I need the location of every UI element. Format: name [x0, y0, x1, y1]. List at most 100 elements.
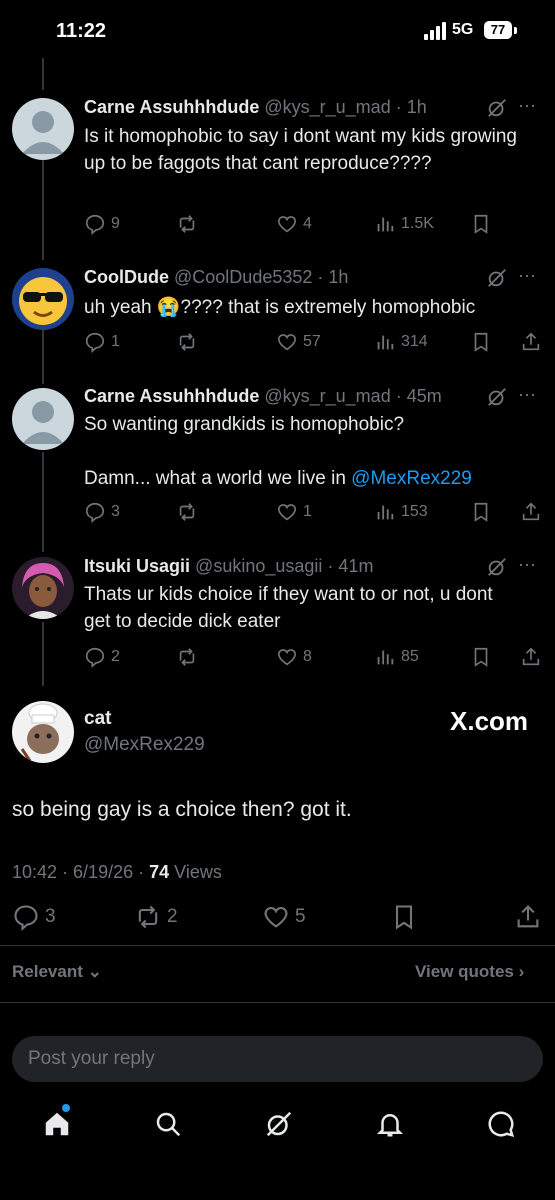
share-icon[interactable]	[520, 646, 542, 673]
author-name[interactable]: Carne Assuhhhdude	[84, 386, 259, 406]
like-count: 4	[303, 215, 312, 232]
battery-icon: 77	[484, 21, 512, 39]
author-handle[interactable]: @sukino_usagii	[195, 556, 322, 576]
like-icon	[277, 334, 297, 351]
grok-icon[interactable]	[486, 97, 508, 124]
reply-count: 9	[111, 215, 120, 232]
views-button[interactable]: 153	[374, 501, 428, 523]
thread-line	[42, 160, 44, 260]
author-name[interactable]: cat	[84, 708, 111, 730]
bookmark-icon[interactable]	[470, 646, 492, 673]
views-label: Views	[174, 862, 222, 882]
reply-input[interactable]: Post your reply	[12, 1036, 543, 1082]
grok-nav-icon[interactable]	[264, 1109, 294, 1144]
tweet-header: Carne Assuhhhdude @kys_r_u_mad · 45m	[84, 386, 442, 407]
repost-icon	[179, 333, 195, 351]
author-handle[interactable]: @CoolDude5352	[174, 267, 312, 287]
avatar[interactable]	[12, 98, 74, 160]
author-name[interactable]: Itsuki Usagii	[84, 556, 190, 576]
more-icon[interactable]: ⋯	[518, 385, 536, 406]
views-count: 314	[401, 333, 428, 350]
like-button[interactable]: 5	[262, 903, 306, 931]
mention-link[interactable]: @MexRex229	[351, 468, 472, 489]
notifications-icon[interactable]	[375, 1109, 405, 1144]
avatar[interactable]	[12, 268, 74, 330]
repost-button[interactable]	[176, 501, 198, 523]
like-icon	[277, 649, 297, 666]
views-button[interactable]: 314	[374, 331, 428, 353]
share-icon[interactable]	[520, 501, 542, 528]
like-button[interactable]: 4	[276, 213, 312, 235]
tweet-text: uh yeah 😭???? that is extremely homophob…	[84, 297, 476, 318]
author-handle[interactable]: @kys_r_u_mad	[264, 386, 390, 406]
reply-icon	[85, 214, 105, 235]
more-icon[interactable]: ⋯	[518, 266, 536, 287]
author-name[interactable]: CoolDude	[84, 267, 169, 287]
thread-line	[42, 452, 44, 552]
tweet-header: Carne Assuhhhdude @kys_r_u_mad · 1h	[84, 97, 427, 118]
grok-icon[interactable]	[486, 386, 508, 413]
tweet-text-line1: So wanting grandkids is homophobic?	[84, 414, 405, 435]
like-button[interactable]: 57	[276, 331, 321, 353]
reply-button[interactable]: 3	[12, 903, 56, 931]
sunglasses-emoji-avatar	[19, 277, 67, 325]
bookmark-icon[interactable]	[470, 213, 492, 240]
tweet-time: · 1h	[395, 97, 427, 117]
like-button[interactable]: 8	[276, 646, 312, 668]
tweet-header: CoolDude @CoolDude5352 · 1h	[84, 267, 348, 288]
repost-button[interactable]	[176, 213, 198, 235]
status-time: 11:22	[56, 20, 107, 42]
network-label: 5G	[452, 21, 474, 38]
share-icon[interactable]	[514, 903, 542, 936]
share-icon[interactable]	[520, 331, 542, 358]
chevron-right-icon: ›	[518, 962, 525, 981]
grok-icon[interactable]	[486, 267, 508, 294]
bookmark-icon[interactable]	[470, 501, 492, 528]
tweet-text: Damn... what a world we live in	[84, 468, 346, 489]
signal-icon	[424, 22, 446, 40]
views-button[interactable]: 85	[374, 646, 419, 668]
notification-dot	[62, 1104, 70, 1112]
bookmark-icon[interactable]	[470, 331, 492, 358]
views-button[interactable]: 1.5K	[374, 213, 434, 235]
divider	[0, 1002, 555, 1003]
sort-dropdown[interactable]: Relevant ⌄	[12, 962, 102, 982]
like-button[interactable]: 1	[276, 501, 312, 523]
tweet-text-line2: Damn... what a world we live in @MexRex2…	[84, 465, 534, 492]
grok-icon[interactable]	[486, 556, 508, 583]
reply-icon	[85, 647, 105, 668]
view-quotes-label: View quotes	[415, 962, 514, 981]
author-handle[interactable]: @MexRex229	[84, 734, 205, 756]
repost-button[interactable]	[176, 331, 198, 353]
like-icon	[264, 906, 288, 928]
view-quotes-link[interactable]: View quotes ›	[415, 962, 524, 982]
reply-button[interactable]: 2	[84, 646, 120, 668]
search-icon[interactable]	[153, 1109, 183, 1144]
sort-label: Relevant	[12, 962, 83, 981]
views-icon	[377, 505, 394, 520]
reply-button[interactable]: 9	[84, 213, 120, 235]
repost-icon	[179, 648, 195, 666]
home-icon[interactable]	[42, 1109, 72, 1144]
reply-button[interactable]: 1	[84, 331, 120, 353]
timestamp: 10:42 · 6/19/26 ·	[12, 862, 145, 882]
more-icon[interactable]: ⋯	[518, 555, 536, 576]
repost-icon	[138, 905, 158, 929]
reply-count: 3	[45, 906, 56, 927]
messages-icon[interactable]	[486, 1109, 516, 1144]
bookmark-icon[interactable]	[390, 903, 418, 936]
author-name[interactable]: Carne Assuhhhdude	[84, 97, 259, 117]
views-icon	[377, 650, 394, 665]
repost-button[interactable]: 2	[134, 903, 178, 931]
author-handle[interactable]: @kys_r_u_mad	[264, 97, 390, 117]
avatar[interactable]	[12, 557, 74, 619]
more-icon[interactable]: ⋯	[518, 96, 536, 117]
x-watermark: X.com	[450, 706, 529, 736]
avatar[interactable]	[12, 701, 74, 763]
chevron-down-icon: ⌄	[87, 962, 102, 981]
repost-button[interactable]	[176, 646, 198, 668]
reply-button[interactable]: 3	[84, 501, 120, 523]
tweet-time: · 45m	[395, 386, 442, 406]
repost-count: 2	[167, 906, 178, 927]
avatar[interactable]	[12, 388, 74, 450]
